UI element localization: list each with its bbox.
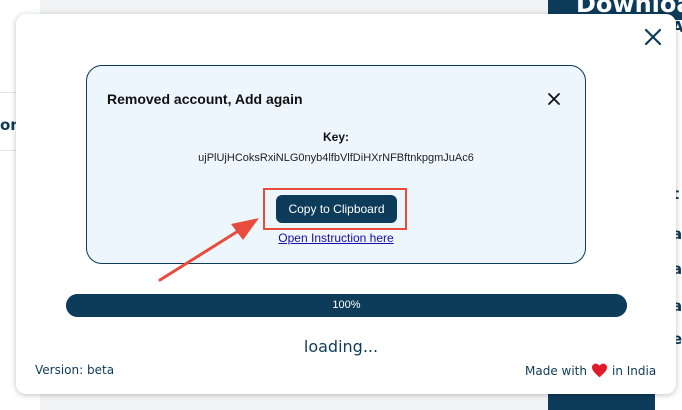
progress-bar: 100%	[66, 294, 627, 317]
made-with-footer: Made with in India	[525, 363, 656, 381]
key-label: Key:	[322, 130, 349, 144]
close-icon[interactable]	[545, 90, 563, 108]
key-value: ujPlUjHCoksRxiNLG0nyb4lfbVlfDiHXrNFBftnk…	[198, 152, 474, 164]
copy-to-clipboard-button[interactable]: Copy to Clipboard	[276, 195, 397, 223]
version-text: Version: beta	[35, 363, 115, 377]
country-label: in India	[611, 364, 657, 378]
dialog-title: Removed account, Add again	[107, 91, 303, 107]
made-with-label: Made with	[525, 364, 587, 378]
heart-icon	[591, 363, 608, 381]
loading-text: loading...	[303, 337, 379, 356]
arrow-annotation	[158, 218, 259, 282]
progress-label: 100%	[332, 299, 361, 311]
close-icon[interactable]	[643, 27, 667, 51]
